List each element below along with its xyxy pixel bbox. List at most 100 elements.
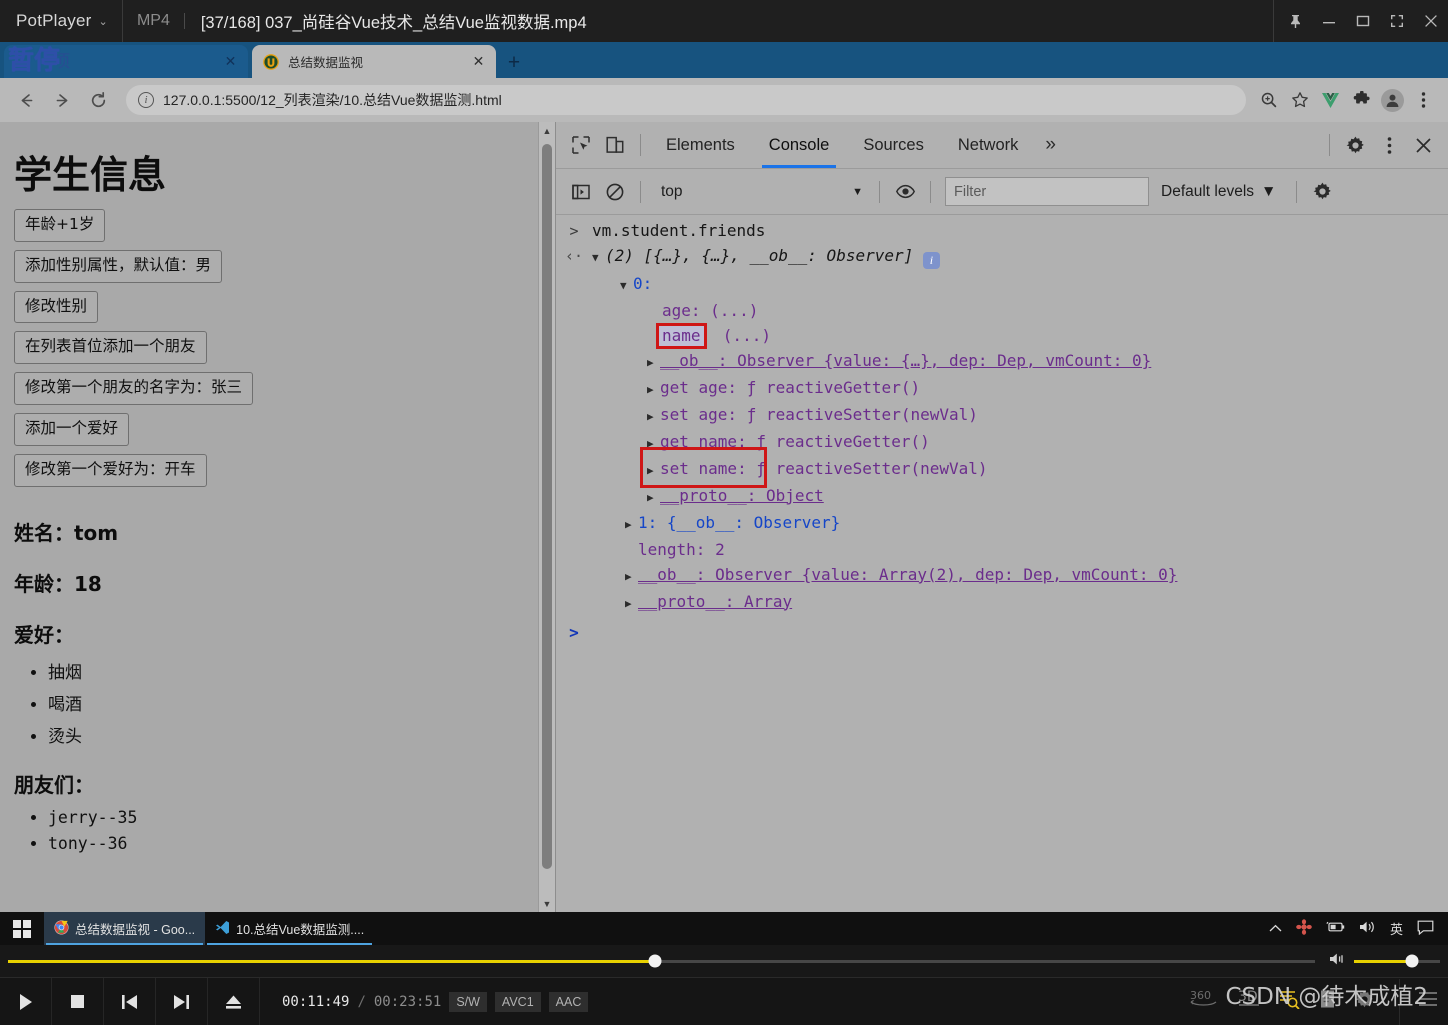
site-info-icon[interactable]: i	[138, 92, 154, 108]
potplayer-app-menu[interactable]: PotPlayer ⌄	[0, 0, 122, 42]
extensions-icon[interactable]	[1347, 86, 1376, 115]
volume-slider[interactable]	[1354, 954, 1440, 968]
tab-network[interactable]: Network	[941, 122, 1036, 168]
expand-triangle-icon[interactable]: ▶	[647, 434, 660, 454]
vue-devtools-icon[interactable]	[1316, 86, 1345, 115]
seek-bar-handle[interactable]	[648, 954, 662, 968]
pin-icon[interactable]	[1278, 0, 1312, 42]
expand-triangle-icon[interactable]: ▼	[592, 248, 605, 268]
console-row[interactable]: ▶ 1: {__ob__: Observer}	[556, 511, 1448, 538]
close-icon[interactable]	[1414, 0, 1448, 42]
battery-icon[interactable]	[1326, 921, 1345, 936]
device-toolbar-icon[interactable]	[598, 128, 632, 162]
expand-triangle-icon[interactable]: ▶	[625, 515, 638, 535]
btn-rename-first-friend[interactable]: 修改第一个朋友的名字为：张三	[14, 372, 254, 406]
console-input-prompt[interactable]: >	[556, 617, 1448, 642]
stop-button[interactable]	[52, 978, 104, 1025]
next-button[interactable]	[156, 978, 208, 1025]
taskbar-item-vscode[interactable]: 10.总结Vue数据监测....	[205, 912, 374, 945]
scroll-down-icon[interactable]: ▼	[539, 895, 555, 912]
expand-triangle-icon[interactable]: ▼	[620, 276, 633, 296]
devtools-menu-icon[interactable]	[1372, 128, 1406, 162]
tab-sources[interactable]: Sources	[846, 122, 941, 168]
btn-add-gender[interactable]: 添加性别属性，默认值：男	[14, 249, 223, 283]
expand-triangle-icon[interactable]: ▶	[647, 353, 660, 373]
settings-gear-icon[interactable]	[1354, 989, 1375, 1015]
inspect-element-icon[interactable]	[564, 128, 598, 162]
expand-triangle-icon[interactable]: ▶	[647, 407, 660, 427]
reload-icon[interactable]	[82, 84, 114, 116]
new-tab-button[interactable]: +	[503, 51, 525, 74]
console-settings-icon[interactable]	[1305, 175, 1339, 209]
console-row[interactable]: ▶ __proto__: Object	[556, 484, 1448, 511]
console-row[interactable]: ▶ set age: ƒ reactiveSetter(newVal)	[556, 403, 1448, 430]
address-bar[interactable]: i 127.0.0.1:5500/12_列表渲染/10.总结Vue数据监测.ht…	[126, 85, 1246, 115]
close-tab-icon[interactable]: ✕	[470, 53, 487, 70]
btn-add-hobby[interactable]: 添加一个爱好	[14, 413, 130, 446]
3d-view-icon[interactable]: 3D	[1237, 988, 1261, 1015]
console-row[interactable]: ▶ __ob__: Observer {value: {…}, dep: Dep,…	[556, 349, 1448, 376]
previous-button[interactable]	[104, 978, 156, 1025]
tab-console[interactable]: Console	[752, 122, 847, 168]
settings-gear-icon[interactable]	[1338, 128, 1372, 162]
chrome-menu-icon[interactable]	[1409, 86, 1438, 115]
scroll-up-icon[interactable]: ▲	[539, 122, 555, 139]
notifications-icon[interactable]	[1417, 920, 1434, 938]
tab-elements[interactable]: Elements	[649, 122, 752, 168]
console-row[interactable]: ▶ __ob__: Observer {value: Array(2), dep:…	[556, 563, 1448, 590]
console-row-get-name[interactable]: ▶ get name: ƒ reactiveGetter()	[556, 430, 1448, 457]
expand-triangle-icon[interactable]: ▶	[625, 567, 638, 587]
live-expression-icon[interactable]	[888, 175, 922, 209]
potplayer-menu-icon[interactable]	[1418, 991, 1438, 1012]
page-scrollbar[interactable]: ▲ ▼	[538, 122, 555, 912]
fullscreen-icon[interactable]	[1380, 0, 1414, 42]
expand-triangle-icon[interactable]: ▶	[647, 380, 660, 400]
zoom-icon[interactable]	[1254, 86, 1283, 115]
console-sidebar-icon[interactable]	[564, 175, 598, 209]
profile-avatar[interactable]	[1378, 86, 1407, 115]
forward-icon[interactable]	[46, 84, 78, 116]
maximize-icon[interactable]	[1346, 0, 1380, 42]
execution-context-select[interactable]: top ▼	[653, 178, 871, 206]
play-button[interactable]	[0, 978, 52, 1025]
console-row[interactable]: ▶ __proto__: Array	[556, 590, 1448, 617]
playlist-search-icon[interactable]	[1279, 989, 1301, 1014]
expand-triangle-icon[interactable]: ▶	[647, 488, 660, 508]
btn-change-gender[interactable]: 修改性别	[14, 290, 99, 324]
info-badge-icon[interactable]: i	[922, 251, 940, 269]
console-row-set-name[interactable]: ▶ set name: ƒ reactiveSetter(newVal)	[556, 457, 1448, 484]
console-filter-input[interactable]: Filter	[945, 177, 1149, 206]
clear-console-icon[interactable]	[598, 175, 632, 209]
close-tab-icon[interactable]: ✕	[222, 53, 239, 70]
volume-speaker-icon[interactable]	[1329, 952, 1347, 971]
btn-add-friend-first[interactable]: 在列表首位添加一个朋友	[14, 331, 207, 365]
expand-triangle-icon[interactable]: ▶	[625, 594, 638, 614]
more-tabs-icon[interactable]: »	[1035, 134, 1066, 156]
bookmark-star-icon[interactable]	[1285, 86, 1314, 115]
show-hidden-icons-icon[interactable]	[1269, 921, 1282, 936]
btn-change-first-hobby[interactable]: 修改第一个爱好为：开车	[14, 453, 207, 487]
console-row[interactable]: length: 2	[556, 538, 1448, 563]
console-output[interactable]: > vm.student.friends ‹· ▼ (2) [{…}, {…}, …	[556, 215, 1448, 912]
volume-slider-handle[interactable]	[1405, 954, 1419, 968]
eject-button[interactable]	[208, 978, 260, 1025]
360-view-icon[interactable]: 360	[1189, 988, 1219, 1015]
seek-bar[interactable]	[8, 954, 1315, 968]
console-row-name-highlighted[interactable]: name (...)	[556, 322, 1448, 349]
console-row[interactable]: age: (...)	[556, 299, 1448, 324]
windows-start-icon[interactable]	[0, 912, 44, 945]
back-icon[interactable]	[10, 84, 42, 116]
playlist-icon[interactable]	[1319, 989, 1336, 1014]
log-levels-select[interactable]: Default levels ▼	[1149, 183, 1288, 201]
close-devtools-icon[interactable]	[1406, 128, 1440, 162]
app-tray-icon[interactable]	[1296, 919, 1312, 938]
volume-icon[interactable]	[1359, 920, 1376, 937]
btn-age-plus-one[interactable]: 年龄+1岁	[14, 209, 106, 242]
minimize-icon[interactable]	[1312, 0, 1346, 42]
expand-triangle-icon[interactable]: ▶	[647, 461, 660, 481]
browser-tab-2[interactable]: 总结数据监视 ✕	[252, 45, 496, 78]
ime-indicator[interactable]: 英	[1390, 919, 1403, 938]
console-row[interactable]: ▶ get age: ƒ reactiveGetter()	[556, 376, 1448, 403]
scrollbar-thumb[interactable]	[542, 144, 552, 869]
taskbar-item-chrome[interactable]: 总结数据监视 - Goo...	[44, 912, 206, 945]
